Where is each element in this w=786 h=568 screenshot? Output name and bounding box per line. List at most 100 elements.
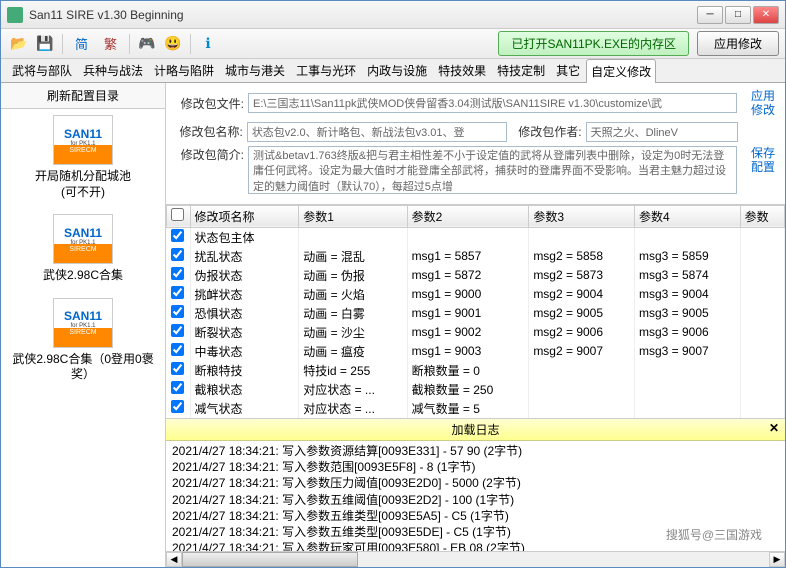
tab-2[interactable]: 计略与陷阱 [149,58,219,82]
apply-changes-button[interactable]: 应用修改 [697,31,779,56]
memory-status: 已打开SAN11PK.EXE的内存区 [498,31,689,56]
log-line: 2021/4/27 18:34:21: 写入参数范围[0093E5F8] - 8… [172,459,779,475]
scroll-left-icon[interactable]: ◀ [166,552,182,567]
game-icon[interactable]: 🎮 [135,32,159,56]
row-param: 特技id = 255 [299,361,407,380]
apply-link[interactable]: 应用 修改 [749,89,777,118]
tab-1[interactable]: 兵种与战法 [78,58,148,82]
row-param: msg2 = 5873 [529,266,635,285]
col-header[interactable]: 参数3 [529,205,635,227]
select-all-checkbox[interactable] [171,208,184,221]
table-row[interactable]: 断粮特技特技id = 255断粮数量 = 0 [167,361,785,380]
separator [129,34,130,54]
col-header[interactable]: 参数4 [634,205,740,227]
face-icon[interactable]: 😃 [161,32,185,56]
table-row[interactable]: 中毒状态动画 = 瘟疫msg1 = 9003msg2 = 9007msg3 = … [167,342,785,361]
log-line: 2021/4/27 18:34:21: 写入参数五维类型[0093E5A5] -… [172,508,779,524]
row-param: 截粮数量 = 250 [407,380,529,399]
row-checkbox[interactable] [171,400,184,413]
row-param: msg2 = 9005 [529,304,635,323]
tab-bar: 武将与部队兵种与战法计略与陷阱城市与港关工事与光环内政与设施特技效果特技定制其它… [1,59,785,83]
table-row[interactable]: 伪报状态动画 = 伪报msg1 = 5872msg2 = 5873msg3 = … [167,266,785,285]
name-label: 修改包名称: [174,123,243,140]
file-input[interactable] [248,93,737,113]
file-label: 修改包文件: [174,95,244,112]
log-close-icon[interactable]: ✕ [769,421,779,435]
row-param [529,380,635,399]
log-line: 2021/4/27 18:34:21: 写入参数压力阈值[0093E2D0] -… [172,475,779,491]
row-checkbox[interactable] [171,343,184,356]
row-checkbox[interactable] [171,286,184,299]
table-row[interactable]: 减气状态对应状态 = ...减气数量 = 5 [167,399,785,418]
row-param: msg1 = 5857 [407,247,529,266]
row-param: 减气数量 = 5 [407,399,529,418]
separator [190,34,191,54]
mod-table-wrap[interactable]: 修改项名称参数1参数2参数3参数4参数 状态包主体扰乱状态动画 = 混乱msg1… [166,204,785,419]
desc-textarea[interactable]: 测试&betav1.763终版&把与君主相性差不小于设定值的武将从登庸列表中删除… [248,146,737,194]
row-param [634,399,740,418]
row-param [529,227,635,247]
maximize-button[interactable]: □ [725,6,751,24]
row-param: msg3 = 5859 [634,247,740,266]
row-checkbox[interactable] [171,305,184,318]
row-checkbox[interactable] [171,381,184,394]
row-checkbox[interactable] [171,362,184,375]
row-name: 挑衅状态 [190,285,299,304]
info-icon[interactable]: ℹ [196,32,220,56]
row-checkbox[interactable] [171,267,184,280]
content-area: 刷新配置目录 SAN11for PK1.1SIRECM开局随机分配城池 (可不开… [1,83,785,567]
row-name: 断粮特技 [190,361,299,380]
col-header[interactable]: 参数1 [299,205,407,227]
row-param: msg1 = 9001 [407,304,529,323]
row-param: msg3 = 9005 [634,304,740,323]
simplified-button[interactable]: 简 [68,31,95,56]
table-row[interactable]: 扰乱状态动画 = 混乱msg1 = 5857msg2 = 5858msg3 = … [167,247,785,266]
tab-6[interactable]: 特技效果 [433,58,491,82]
row-param [634,380,740,399]
minimize-button[interactable]: ─ [697,6,723,24]
row-name: 中毒状态 [190,342,299,361]
row-name: 截粮状态 [190,380,299,399]
save-icon[interactable]: 💾 [33,32,57,56]
tab-0[interactable]: 武将与部队 [7,58,77,82]
table-row[interactable]: 状态包主体 [167,227,785,247]
table-row[interactable]: 断裂状态动画 = 沙尘msg1 = 9002msg2 = 9006msg3 = … [167,323,785,342]
scroll-thumb[interactable] [182,552,358,567]
close-button[interactable]: ✕ [753,6,779,24]
tab-8[interactable]: 其它 [551,58,585,82]
sidebar-item[interactable]: SAN11for PK1.1SIRECM武侠2.98C合集（0登用0褒奖） [7,298,159,383]
row-checkbox[interactable] [171,229,184,242]
sidebar-item[interactable]: SAN11for PK1.1SIRECM武侠2.98C合集 [7,214,159,284]
tab-7[interactable]: 特技定制 [492,58,550,82]
col-header[interactable] [167,205,191,227]
col-header[interactable]: 修改项名称 [190,205,299,227]
tab-9[interactable]: 自定义修改 [586,59,656,83]
save-config-link[interactable]: 保存 配置 [749,146,777,175]
row-param: msg3 = 9004 [634,285,740,304]
scroll-right-icon[interactable]: ▶ [769,552,785,567]
open-icon[interactable]: 📂 [7,32,31,56]
col-header[interactable]: 参数2 [407,205,529,227]
table-row[interactable]: 恐惧状态动画 = 白雾msg1 = 9001msg2 = 9005msg3 = … [167,304,785,323]
name-input[interactable] [247,122,507,142]
mod-table: 修改项名称参数1参数2参数3参数4参数 状态包主体扰乱状态动画 = 混乱msg1… [166,205,785,419]
row-name: 恐惧状态 [190,304,299,323]
row-name: 状态包主体 [190,227,299,247]
h-scrollbar[interactable]: ◀ ▶ [166,551,785,567]
main-panel: 修改包文件: 应用 修改 修改包名称: 修改包作者: 修改包简介: 测试&bet… [166,83,785,567]
col-header[interactable]: 参数 [740,205,784,227]
row-param: 动画 = 伪报 [299,266,407,285]
row-checkbox[interactable] [171,248,184,261]
tab-3[interactable]: 城市与港关 [220,58,290,82]
row-checkbox[interactable] [171,324,184,337]
author-input[interactable] [586,122,738,142]
sidebar-item[interactable]: SAN11for PK1.1SIRECM开局随机分配城池 (可不开) [7,115,159,200]
titlebar: San11 SIRE v1.30 Beginning ─ □ ✕ [1,1,785,29]
table-row[interactable]: 挑衅状态动画 = 火焰msg1 = 9000msg2 = 9004msg3 = … [167,285,785,304]
tab-5[interactable]: 内政与设施 [362,58,432,82]
scroll-track[interactable] [182,552,769,567]
sidebar-title[interactable]: 刷新配置目录 [1,83,165,109]
tab-4[interactable]: 工事与光环 [291,58,361,82]
traditional-button[interactable]: 繁 [97,31,124,56]
table-row[interactable]: 截粮状态对应状态 = ...截粮数量 = 250 [167,380,785,399]
